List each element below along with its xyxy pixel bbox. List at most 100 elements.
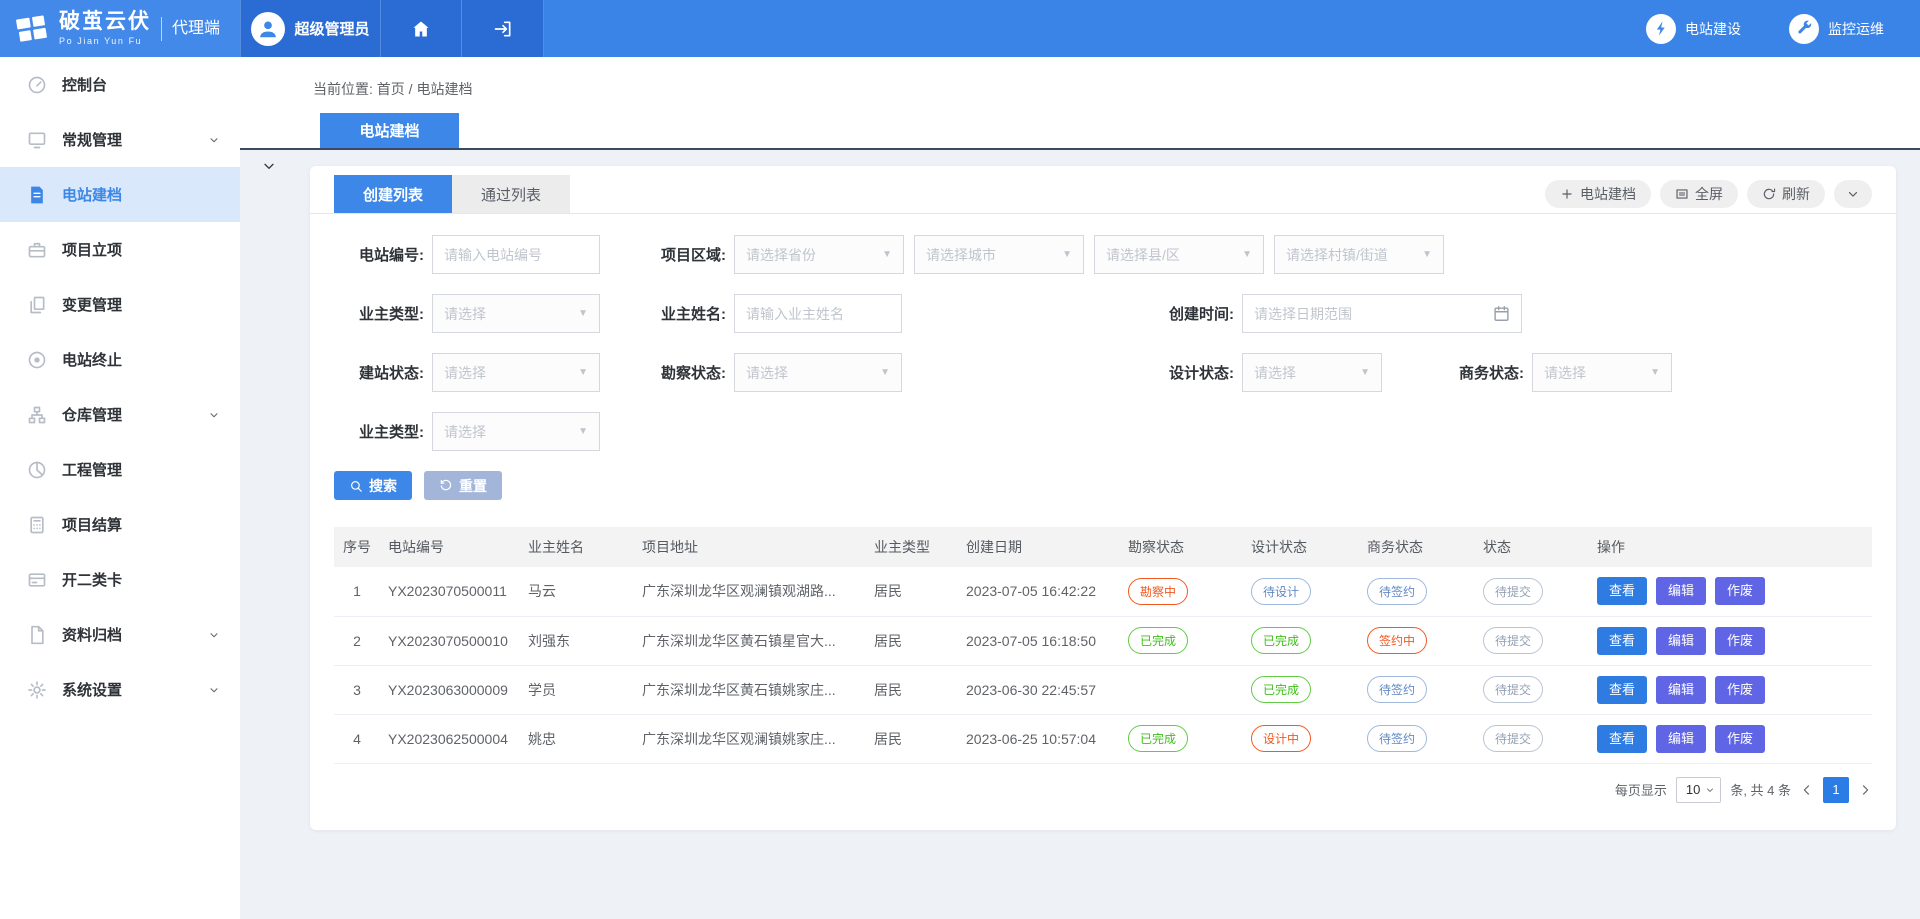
owner_name-input[interactable]: 请输入业主姓名 — [734, 294, 902, 333]
sidebar-item-sitemap[interactable]: 仓库管理 — [0, 387, 240, 442]
card-icon — [27, 570, 47, 590]
void-button[interactable]: 作废 — [1715, 725, 1765, 753]
view-button[interactable]: 查看 — [1597, 627, 1647, 655]
user-name: 超级管理员 — [294, 18, 369, 39]
sidebar-item-label: 项目结算 — [62, 514, 122, 535]
chevron-down-icon — [208, 684, 220, 696]
calculator-icon — [27, 515, 47, 535]
create_time-input[interactable]: 请选择日期范围 — [1242, 294, 1522, 333]
logout-button[interactable] — [461, 0, 544, 57]
sidebar-item-calculator[interactable]: 项目结算 — [0, 497, 240, 552]
sidebar-item-gear[interactable]: 系统设置 — [0, 662, 240, 717]
sidebar-item-archive[interactable]: 资料归档 — [0, 607, 240, 662]
search-button[interactable]: 搜索 — [334, 471, 412, 500]
add-station-button[interactable]: 电站建档 — [1545, 180, 1651, 208]
sidebar-item-monitor[interactable]: 常规管理 — [0, 112, 240, 167]
refresh-button[interactable]: 刷新 — [1747, 180, 1825, 208]
user-avatar-icon — [251, 12, 285, 46]
town-select[interactable]: 请选择村镇/街道▼ — [1274, 235, 1444, 274]
sidebar-item-gauge[interactable]: 控制台 — [0, 57, 240, 112]
owner-name: 姚忠 — [520, 714, 634, 763]
sidebar-item-pie[interactable]: 工程管理 — [0, 442, 240, 497]
caret-down-icon: ▼ — [1650, 367, 1660, 378]
sidebar-item-briefcase[interactable]: 项目立项 — [0, 222, 240, 277]
void-button[interactable]: 作废 — [1715, 577, 1765, 605]
status-pill: 待提交 — [1483, 578, 1543, 605]
header-quick-links: 电站建设 监控运维 — [1646, 0, 1920, 57]
station_no-label: 电站编号: — [334, 244, 424, 265]
caret-down-icon: ▼ — [578, 426, 588, 437]
more-button[interactable] — [1834, 180, 1872, 208]
table-row: 2 YX2023070500010 刘强东 广东深圳龙华区黄石镇星官大... 居… — [334, 616, 1872, 665]
city-select[interactable]: 请选择城市▼ — [914, 235, 1084, 274]
survey_status-select[interactable]: 请选择▼ — [734, 353, 902, 392]
logo-icon — [14, 11, 50, 47]
void-button[interactable]: 作废 — [1715, 627, 1765, 655]
business_status-select[interactable]: 请选择▼ — [1532, 353, 1672, 392]
logo-subtitle: Po Jian Yun Fu — [59, 36, 151, 46]
table-row: 1 YX2023070500011 马云 广东深圳龙华区观澜镇观湖路... 居民… — [334, 567, 1872, 616]
next-page-button[interactable] — [1858, 783, 1872, 797]
owner_type-select[interactable]: 请选择▼ — [432, 294, 600, 333]
province-select[interactable]: 请选择省份▼ — [734, 235, 904, 274]
column-header: 设计状态 — [1243, 527, 1359, 567]
status-pill: 待签约 — [1367, 578, 1427, 605]
caret-down-icon: ▼ — [1242, 249, 1252, 260]
tab-created-list[interactable]: 创建列表 — [334, 175, 452, 213]
user-menu[interactable]: 超级管理员 — [240, 0, 380, 57]
sidebar-item-target[interactable]: 电站终止 — [0, 332, 240, 387]
per-page-select[interactable]: 10 — [1676, 777, 1721, 803]
target-icon — [27, 350, 47, 370]
sidebar-item-document[interactable]: 电站建档 — [0, 167, 240, 222]
logo: 破茧云伏 Po Jian Yun Fu 代理端 — [0, 0, 240, 57]
column-header: 勘察状态 — [1120, 527, 1243, 567]
caret-down-icon: ▼ — [578, 367, 588, 378]
filter-form: 电站编号:请输入电站编号项目区域:请选择省份▼请选择城市▼请选择县/区▼请选择村… — [310, 214, 1896, 451]
prev-page-button[interactable] — [1800, 783, 1814, 797]
list-tabs: 创建列表通过列表 — [334, 175, 570, 213]
quick-link-lightning[interactable]: 电站建设 — [1646, 14, 1741, 44]
station_no-input[interactable]: 请输入电站编号 — [432, 235, 600, 274]
tab-passed-list[interactable]: 通过列表 — [452, 175, 570, 213]
sidebar-item-card[interactable]: 开二类卡 — [0, 552, 240, 607]
gear-icon — [27, 680, 47, 700]
sidebar-item-label: 变更管理 — [62, 294, 122, 315]
sidebar-item-label: 开二类卡 — [62, 569, 122, 590]
status-pill: 待签约 — [1367, 725, 1427, 752]
void-button[interactable]: 作废 — [1715, 676, 1765, 704]
chevron-down-icon — [1846, 187, 1860, 201]
edit-button[interactable]: 编辑 — [1656, 627, 1706, 655]
view-button[interactable]: 查看 — [1597, 577, 1647, 605]
status-pill: 已完成 — [1128, 627, 1188, 654]
fullscreen-button[interactable]: 全屏 — [1660, 180, 1738, 208]
owner_type2-select[interactable]: 请选择▼ — [432, 412, 600, 451]
edit-button[interactable]: 编辑 — [1656, 577, 1706, 605]
district-select[interactable]: 请选择县/区▼ — [1094, 235, 1264, 274]
column-header: 商务状态 — [1359, 527, 1475, 567]
project-address: 广东深圳龙华区观澜镇姚家庄... — [634, 714, 866, 763]
quick-link-wrench[interactable]: 监控运维 — [1789, 14, 1884, 44]
design_status-select[interactable]: 请选择▼ — [1242, 353, 1382, 392]
page-1-button[interactable]: 1 — [1823, 777, 1849, 803]
portal-label: 代理端 — [161, 17, 220, 41]
fullscreen-icon — [1675, 187, 1689, 201]
reset-button[interactable]: 重置 — [424, 471, 502, 500]
view-button[interactable]: 查看 — [1597, 725, 1647, 753]
view-button[interactable]: 查看 — [1597, 676, 1647, 704]
owner-name: 马云 — [520, 567, 634, 616]
owner-type: 居民 — [866, 714, 958, 763]
owner_type-label: 业主类型: — [334, 303, 424, 324]
table-row: 3 YX2023063000009 学员 广东深圳龙华区黄石镇姚家庄... 居民… — [334, 665, 1872, 714]
survey_status-label: 勘察状态: — [636, 362, 726, 383]
sidebar-item-copy[interactable]: 变更管理 — [0, 277, 240, 332]
per-page-label: 每页显示 — [1615, 780, 1667, 799]
owner-name: 学员 — [520, 665, 634, 714]
search-icon — [349, 479, 363, 493]
page-tab[interactable]: 电站建档 — [320, 113, 459, 148]
owner-type: 居民 — [866, 616, 958, 665]
build_status-select[interactable]: 请选择▼ — [432, 353, 600, 392]
created-date: 2023-06-30 22:45:57 — [958, 665, 1120, 714]
edit-button[interactable]: 编辑 — [1656, 676, 1706, 704]
home-button[interactable] — [380, 0, 461, 57]
edit-button[interactable]: 编辑 — [1656, 725, 1706, 753]
